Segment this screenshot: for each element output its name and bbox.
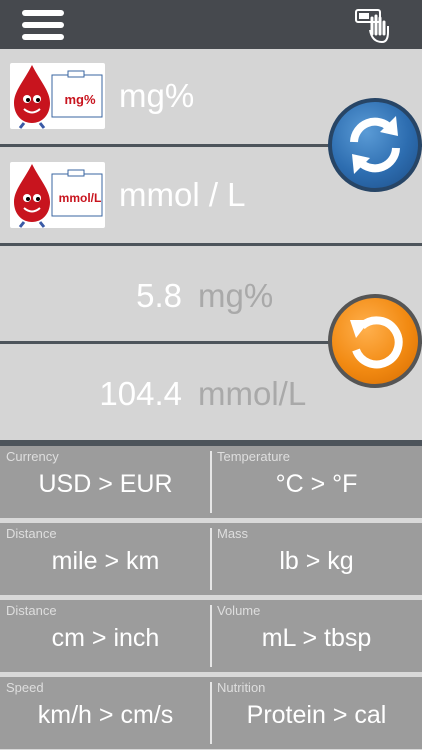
hamburger-menu-icon[interactable] bbox=[22, 10, 64, 40]
reset-button[interactable] bbox=[328, 294, 422, 388]
shortcut-category: Currency bbox=[6, 449, 59, 464]
shortcut-conversion: mile > km bbox=[51, 547, 160, 575]
shortcut-conversion: mL > tbsp bbox=[261, 624, 372, 652]
cell-divider bbox=[210, 605, 212, 667]
shortcut-conversion: km/h > cm/s bbox=[37, 701, 174, 729]
to-value-unit: mmol/L bbox=[198, 375, 307, 412]
shortcut-category: Distance bbox=[6, 526, 57, 541]
shortcut-conversion: USD > EUR bbox=[38, 470, 173, 498]
shortcut-category: Temperature bbox=[217, 449, 290, 464]
shortcut-mass[interactable]: Mass lb > kg bbox=[211, 523, 422, 595]
shortcut-category: Distance bbox=[6, 603, 57, 618]
swap-arrows-icon bbox=[350, 116, 400, 174]
shortcut-grid: Currency USD > EUR Temperature °C > °F D… bbox=[0, 440, 422, 750]
cell-divider bbox=[210, 682, 212, 744]
shortcut-category: Volume bbox=[217, 603, 261, 618]
reset-arrow-icon bbox=[350, 316, 403, 369]
shortcut-category: Mass bbox=[217, 526, 249, 541]
shortcut-conversion: Protein > cal bbox=[246, 701, 387, 729]
shortcut-conversion: lb > kg bbox=[279, 547, 354, 575]
shortcut-conversion: cm > inch bbox=[51, 624, 160, 652]
row-divider bbox=[0, 243, 422, 246]
swap-units-button[interactable] bbox=[328, 98, 422, 192]
touch-calculator-icon[interactable] bbox=[352, 4, 394, 46]
from-value-unit: mg% bbox=[198, 277, 274, 314]
from-value[interactable]: 5.8 bbox=[136, 277, 182, 315]
shortcut-currency[interactable]: Currency USD > EUR bbox=[0, 446, 211, 518]
top-bar bbox=[0, 0, 422, 49]
shortcut-category: Nutrition bbox=[217, 680, 266, 695]
to-unit-name[interactable]: mmol / L bbox=[119, 176, 246, 214]
from-unit-name[interactable]: mg% bbox=[119, 77, 194, 115]
shortcut-distance-mile[interactable]: Distance mile > km bbox=[0, 523, 211, 595]
from-thumb-label: mg% bbox=[64, 92, 96, 107]
shortcut-temperature[interactable]: Temperature °C > °F bbox=[211, 446, 422, 518]
cell-divider bbox=[210, 451, 212, 513]
shortcut-distance-cm[interactable]: Distance cm > inch bbox=[0, 600, 211, 672]
shortcut-conversion: °C > °F bbox=[275, 470, 358, 498]
shortcut-volume[interactable]: Volume mL > tbsp bbox=[211, 600, 422, 672]
shortcut-category: Speed bbox=[6, 680, 44, 695]
shortcut-speed[interactable]: Speed km/h > cm/s bbox=[0, 677, 211, 749]
cell-divider bbox=[210, 528, 212, 590]
shortcut-nutrition[interactable]: Nutrition Protein > cal bbox=[211, 677, 422, 749]
to-thumb-label: mmol/L bbox=[58, 191, 102, 205]
to-value[interactable]: 104.4 bbox=[99, 375, 182, 413]
